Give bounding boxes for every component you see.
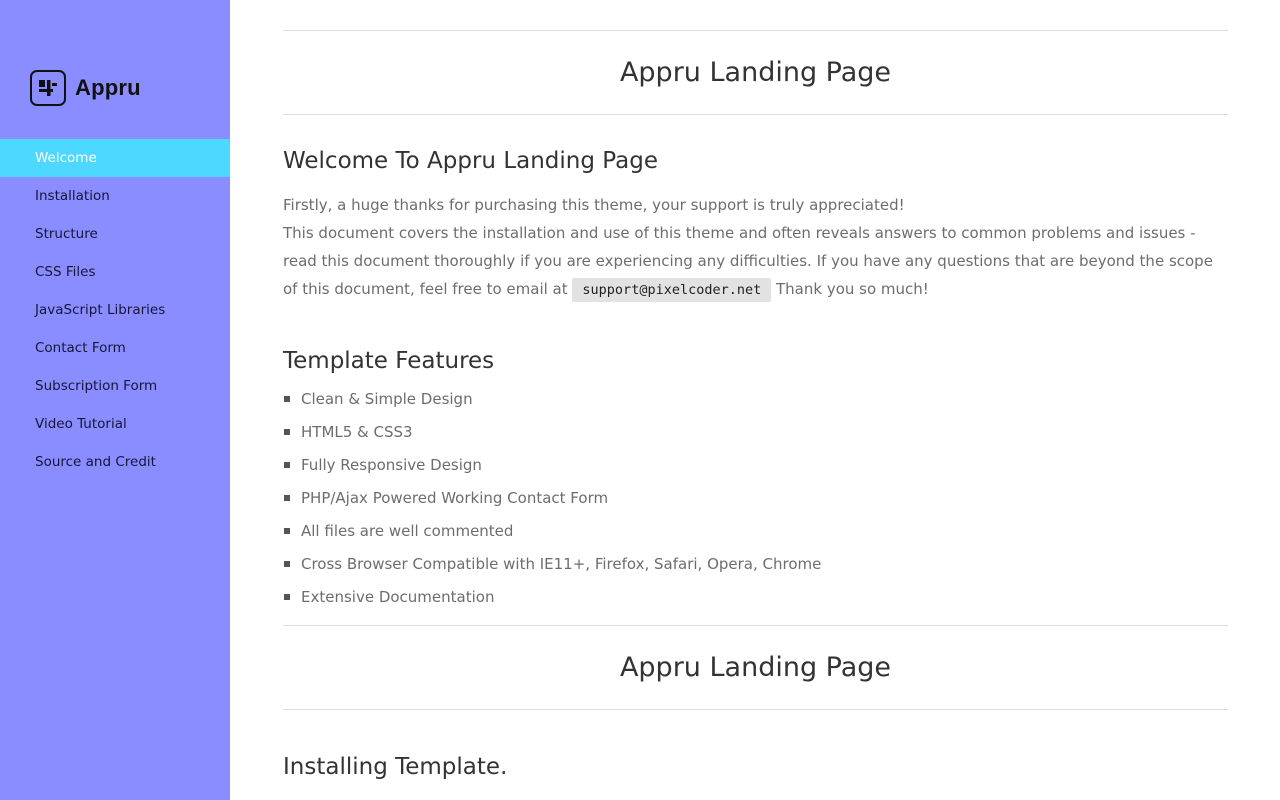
main-content: Appru Landing Page Welcome To Appru Land… — [283, 0, 1228, 780]
square-bullet-icon — [284, 561, 290, 567]
list-item: Cross Browser Compatible with IE11+, Fir… — [283, 553, 1228, 586]
logo-icon — [30, 70, 66, 106]
sidebar-item-css-files[interactable]: CSS Files — [0, 253, 230, 291]
square-bullet-icon — [284, 594, 290, 600]
welcome-line-1: Firstly, a huge thanks for purchasing th… — [283, 196, 905, 214]
sidebar-item-contact-form[interactable]: Contact Form — [0, 329, 230, 367]
support-email[interactable]: support@pixelcoder.net — [572, 278, 772, 302]
welcome-section: Welcome To Appru Landing Page Firstly, a… — [283, 148, 1228, 304]
list-item: All files are well commented — [283, 520, 1228, 553]
list-item: Clean & Simple Design — [283, 388, 1228, 421]
welcome-line-3: Thank you so much! — [776, 280, 929, 298]
installation-page-title: Appru Landing Page — [619, 652, 892, 683]
page-banner-installation: Appru Landing Page — [283, 625, 1228, 710]
sidebar-nav: Welcome Installation Structure CSS Files… — [0, 139, 230, 481]
square-bullet-icon — [284, 396, 290, 402]
square-bullet-icon — [284, 528, 290, 534]
welcome-text: Firstly, a huge thanks for purchasing th… — [283, 191, 1228, 304]
page-title: Appru Landing Page — [619, 57, 892, 88]
features-heading: Template Features — [283, 348, 495, 374]
list-item-text: Extensive Documentation — [301, 588, 495, 606]
list-item-text: Fully Responsive Design — [301, 456, 482, 474]
square-bullet-icon — [284, 495, 290, 501]
brand-logo[interactable]: Appru — [30, 70, 141, 106]
sidebar-item-installation[interactable]: Installation — [0, 177, 230, 215]
sidebar: Appru Welcome Installation Structure CSS… — [0, 0, 230, 800]
sidebar-item-structure[interactable]: Structure — [0, 215, 230, 253]
square-bullet-icon — [284, 462, 290, 468]
features-section: Template Features Clean & Simple Design … — [283, 348, 1228, 619]
features-list: Clean & Simple Design HTML5 & CSS3 Fully… — [283, 388, 1228, 619]
list-item-text: All files are well commented — [301, 522, 514, 540]
list-item-text: HTML5 & CSS3 — [301, 423, 413, 441]
list-item-text: Clean & Simple Design — [301, 390, 473, 408]
square-bullet-icon — [284, 429, 290, 435]
installing-heading: Installing Template. — [283, 754, 508, 780]
list-item: Extensive Documentation — [283, 586, 1228, 619]
installing-section: Installing Template. — [283, 754, 1228, 780]
sidebar-item-source-and-credit[interactable]: Source and Credit — [0, 443, 230, 481]
page-banner: Appru Landing Page — [283, 30, 1228, 115]
welcome-heading: Welcome To Appru Landing Page — [283, 148, 658, 174]
list-item-text: PHP/Ajax Powered Working Contact Form — [301, 489, 609, 507]
sidebar-item-welcome[interactable]: Welcome — [0, 139, 230, 177]
list-item: PHP/Ajax Powered Working Contact Form — [283, 487, 1228, 520]
brand-name: Appru — [75, 75, 141, 100]
list-item: HTML5 & CSS3 — [283, 421, 1228, 454]
list-item-text: Cross Browser Compatible with IE11+, Fir… — [301, 555, 822, 573]
list-item: Fully Responsive Design — [283, 454, 1228, 487]
sidebar-item-subscription-form[interactable]: Subscription Form — [0, 367, 230, 405]
sidebar-item-javascript-libraries[interactable]: JavaScript Libraries — [0, 291, 230, 329]
sidebar-item-video-tutorial[interactable]: Video Tutorial — [0, 405, 230, 443]
